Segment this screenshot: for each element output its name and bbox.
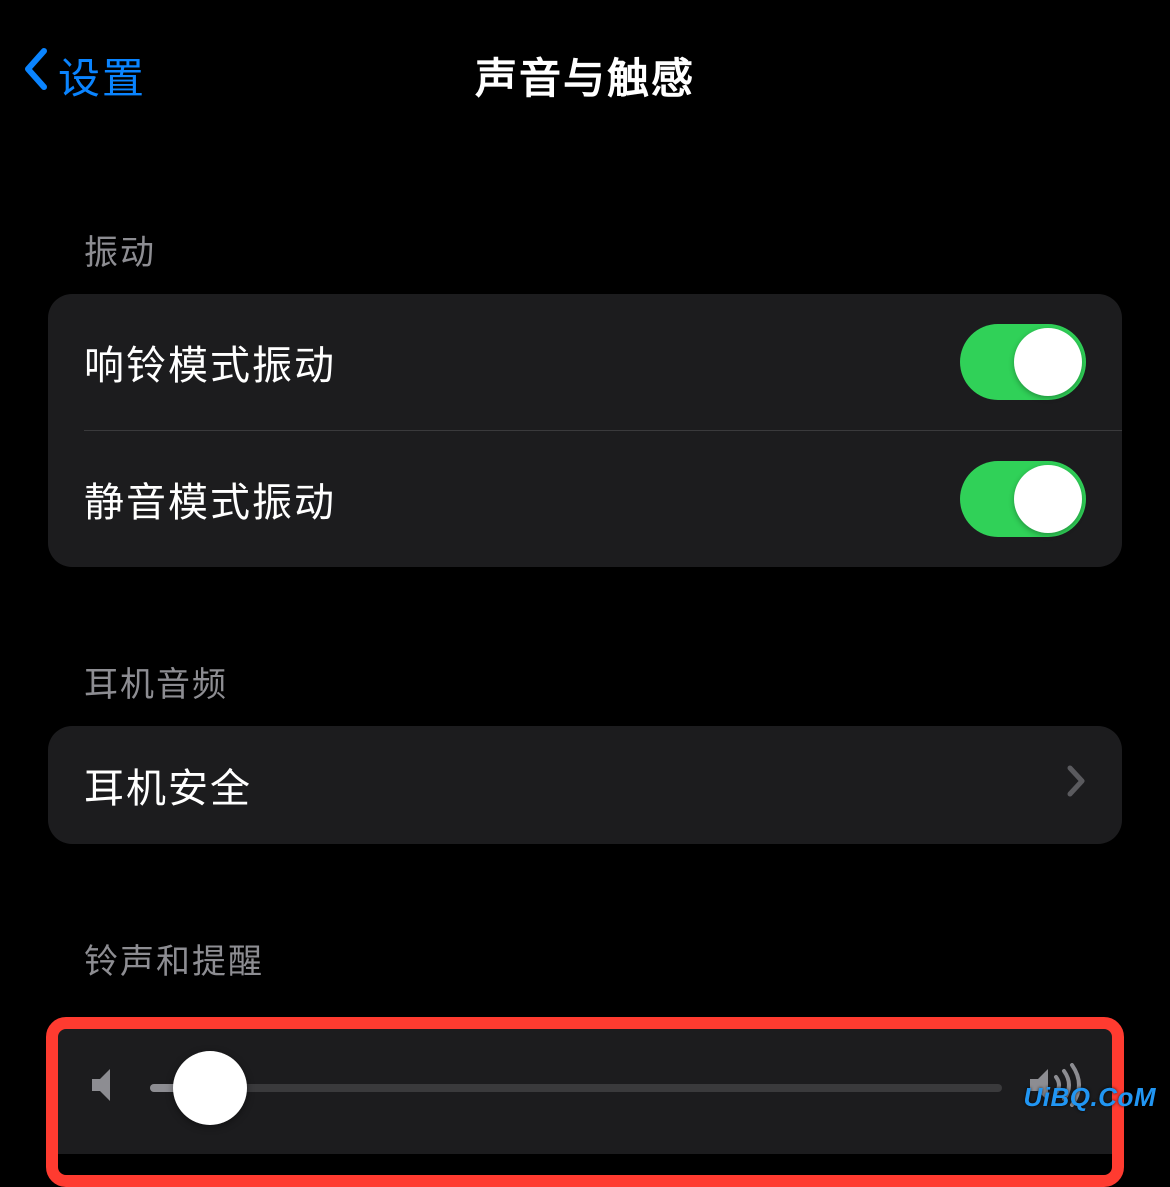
back-button[interactable]: 设置: [22, 45, 146, 106]
headphone-card: 耳机安全: [48, 726, 1122, 844]
ringer-slider-container: [48, 1021, 1122, 1154]
silent-vibrate-toggle[interactable]: [960, 461, 1086, 537]
slider-thumb: [173, 1051, 247, 1125]
section-header-headphone: 耳机音频: [48, 657, 1122, 726]
back-label: 设置: [58, 45, 146, 106]
content: 振动 响铃模式振动 静音模式振动 耳机音频 耳机安全 铃声和提醒: [0, 225, 1170, 1154]
silent-vibrate-row: 静音模式振动: [48, 431, 1122, 567]
ringer-volume-slider[interactable]: [150, 1084, 1002, 1092]
toggle-knob: [1014, 465, 1082, 533]
vibration-card: 响铃模式振动 静音模式振动: [48, 294, 1122, 567]
watermark: UiBQ.CoM: [1023, 1082, 1156, 1113]
chevron-right-icon: [1066, 763, 1086, 808]
section-header-vibration: 振动: [48, 225, 1122, 294]
toggle-knob: [1014, 328, 1082, 396]
headphone-safety-label: 耳机安全: [84, 756, 252, 814]
ring-vibrate-row: 响铃模式振动: [48, 294, 1122, 430]
silent-vibrate-label: 静音模式振动: [84, 470, 336, 528]
headphone-safety-row[interactable]: 耳机安全: [48, 726, 1122, 844]
nav-bar: 设置 声音与触感: [0, 0, 1170, 130]
ring-vibrate-toggle[interactable]: [960, 324, 1086, 400]
section-header-ringer: 铃声和提醒: [48, 934, 1122, 1003]
volume-low-icon: [88, 1065, 126, 1110]
chevron-left-icon: [22, 47, 50, 103]
ringer-slider-card: [48, 1021, 1122, 1154]
ring-vibrate-label: 响铃模式振动: [84, 333, 336, 391]
page-title: 声音与触感: [475, 45, 695, 106]
